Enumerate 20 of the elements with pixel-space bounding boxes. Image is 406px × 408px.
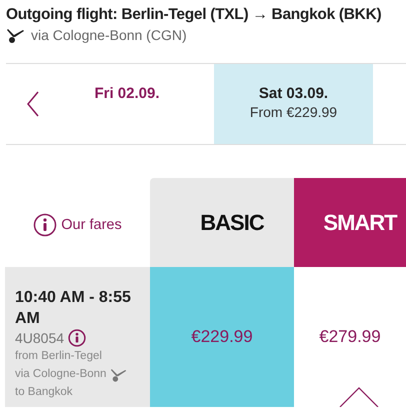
our-fares-link[interactable]: Our fares — [61, 216, 122, 232]
flight-times: 10:40 AM - 8:55 AM — [15, 288, 132, 329]
fare-price-cell[interactable]: €279.99 — [294, 267, 406, 407]
chevron-up-icon[interactable] — [339, 387, 379, 407]
fare-header[interactable]: SMART — [294, 178, 406, 267]
info-icon[interactable] — [68, 329, 86, 347]
info-icon[interactable] — [33, 212, 58, 236]
fare-header[interactable]: BASIC — [150, 178, 294, 267]
fare-price-cell[interactable]: €229.99 — [150, 267, 294, 407]
date-tab[interactable]: Fri 02.09. — [40, 64, 214, 144]
stopover-text: via Cologne-Bonn — [15, 367, 106, 382]
chevron-left-icon[interactable] — [26, 91, 40, 117]
plane-landing-icon — [6, 27, 26, 43]
stopover-text: via Cologne-Bonn (CGN) — [31, 27, 187, 43]
destination-text: to Bangkok — [15, 385, 74, 400]
flight-title: Outgoing flight: Berlin-Tegel (TXL) → Bangkok (BKK) — [6, 6, 382, 24]
origin-text: from Berlin-Tegel — [15, 349, 103, 364]
date-tab[interactable]: Sat 03.09. From €229.99 — [214, 64, 373, 144]
flight-number: 4U8054 — [15, 330, 64, 346]
plane-landing-icon — [110, 366, 128, 382]
